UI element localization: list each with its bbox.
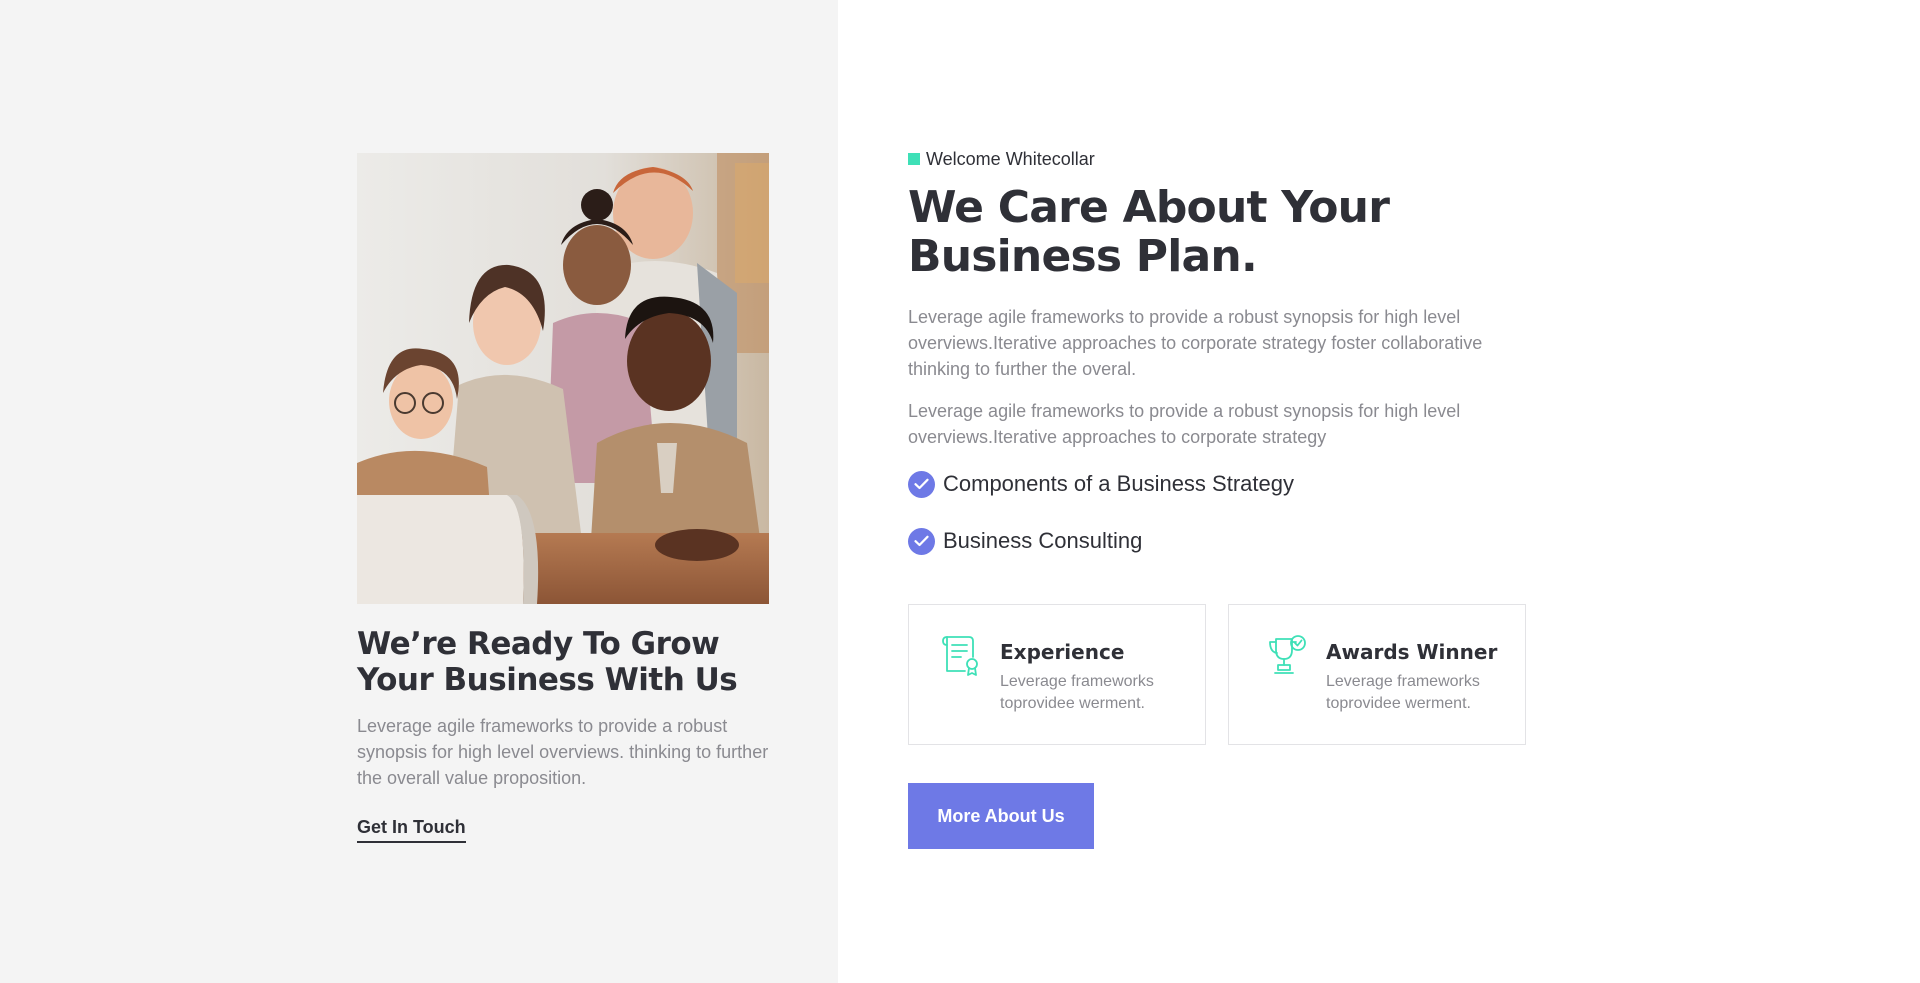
- secondary-paragraph: Leverage agile frameworks to provide a r…: [908, 401, 1461, 447]
- eyebrow: Welcome Whitecollar: [908, 148, 1095, 170]
- left-heading: We’re Ready To Grow Your Business With U…: [357, 626, 738, 698]
- square-icon: [908, 153, 920, 165]
- checklist-item: Business Consulting: [908, 527, 1142, 555]
- feature-title: Awards Winner: [1326, 640, 1498, 664]
- feature-card-experience: Experience Leverage frameworks toprovide…: [908, 604, 1206, 745]
- checklist-item: Components of a Business Strategy: [908, 470, 1294, 498]
- about-section: We’re Ready To Grow Your Business With U…: [0, 0, 1920, 983]
- main-heading: We Care About Your Business Plan.: [908, 182, 1390, 282]
- feature-title: Experience: [1000, 640, 1125, 664]
- team-photo: [357, 153, 769, 604]
- more-about-us-button[interactable]: More About Us: [908, 783, 1094, 849]
- left-description: Leverage agile frameworks to provide a r…: [357, 716, 769, 788]
- feature-text: Leverage frameworks toprovidee werment.: [1000, 673, 1154, 712]
- get-in-touch-link[interactable]: Get In Touch: [357, 816, 466, 843]
- check-circle-icon: [908, 470, 935, 498]
- feature-card-awards: Awards Winner Leverage frameworks toprov…: [1228, 604, 1526, 745]
- trophy-icon: [1265, 633, 1309, 677]
- feature-text: Leverage frameworks toprovidee werment.: [1326, 673, 1480, 712]
- checklist-label: Components of a Business Strategy: [943, 471, 1294, 496]
- checklist-label: Business Consulting: [943, 528, 1143, 553]
- intro-paragraph: Leverage agile frameworks to provide a r…: [908, 307, 1483, 379]
- eyebrow-label: Welcome Whitecollar: [926, 149, 1095, 169]
- left-panel: We’re Ready To Grow Your Business With U…: [0, 0, 838, 983]
- check-circle-icon: [908, 527, 935, 555]
- certificate-icon: [939, 633, 983, 677]
